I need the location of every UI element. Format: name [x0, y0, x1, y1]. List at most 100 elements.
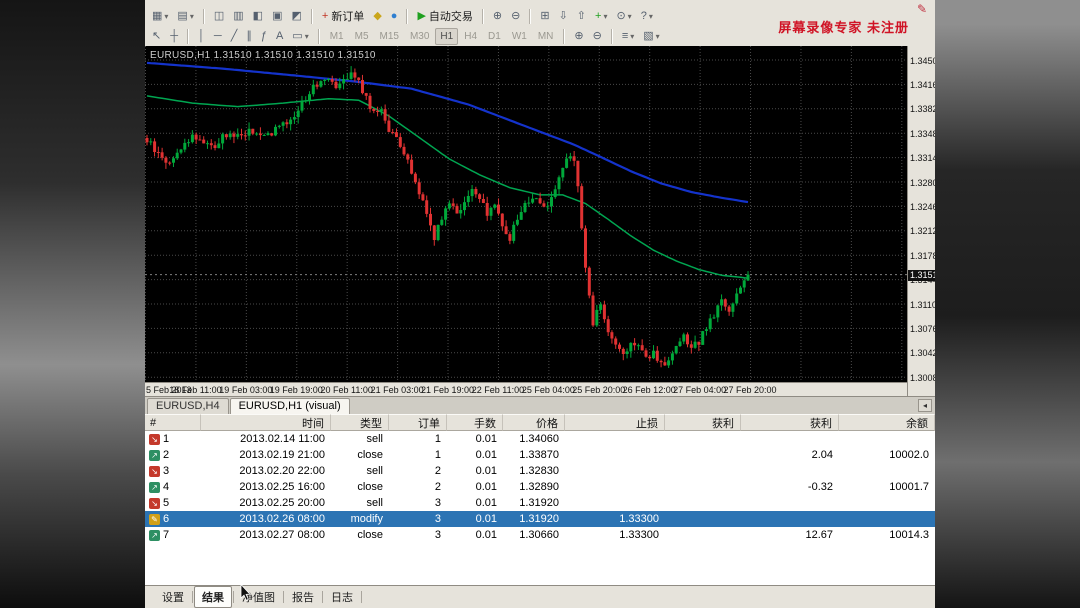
column-header-balance: 余额: [839, 414, 935, 431]
zoom-out-icon: ⊖: [511, 9, 521, 22]
table-row[interactable]: ↘ 5 2013.02.25 20:00 sell 3 0.01 1.31920: [145, 495, 935, 511]
navigator-button[interactable]: ◧: [249, 7, 267, 26]
time-axis-label: 25 Feb 20:00: [572, 385, 626, 395]
row-id-cell: ↘ 5: [145, 495, 201, 511]
table-row[interactable]: ↘ 1 2013.02.14 11:00 sell 1 0.01 1.34060: [145, 431, 935, 447]
timeframe-h1-button[interactable]: H1: [435, 28, 459, 45]
new-order-button[interactable]: + 新订单: [318, 7, 368, 26]
terminal-panel-button[interactable]: ▣: [268, 7, 286, 26]
chart-tab-eurusd-h4[interactable]: EURUSD,H4: [147, 398, 229, 414]
time-axis-label: 26 Feb 12:00: [622, 385, 676, 395]
main-toolbar-separator: [481, 8, 484, 24]
column-header-take-profit: 获利: [665, 414, 741, 431]
zoom-out-2-button[interactable]: ⊖: [589, 27, 606, 46]
cell-lots: 0.01: [475, 465, 497, 477]
templates-button[interactable]: ▧ ▾: [639, 27, 663, 46]
chart-plot-area[interactable]: EURUSD,H1 1.31510 1.31510 1.31510 1.3151…: [145, 46, 907, 382]
cell-price: 1.31920: [519, 513, 559, 525]
cell-lots: 0.01: [475, 497, 497, 509]
channel-tool-button[interactable]: ∥: [242, 27, 256, 46]
cell-lots: 0.01: [475, 433, 497, 445]
sort-ascending-button[interactable]: ⇧: [573, 7, 590, 26]
tile-windows-button[interactable]: ⊞: [536, 7, 553, 26]
horizontal-line-tool-button[interactable]: ─: [210, 27, 226, 46]
new-order-icon: +: [321, 9, 329, 22]
text-tool-button[interactable]: A: [272, 27, 287, 46]
profiles-button[interactable]: ▤ ▾: [173, 7, 197, 26]
new-chart-icon: ▦: [152, 9, 163, 22]
table-row[interactable]: ↗ 7 2013.02.27 08:00 close 3 0.01 1.30660 1.333…: [145, 527, 935, 543]
navigator-icon: ◧: [252, 9, 264, 22]
timeframe-w1-button[interactable]: W1: [507, 28, 532, 45]
price-axis-label: 1.3008: [910, 372, 935, 383]
help-button[interactable]: ? ▾: [637, 7, 657, 26]
cell-stop-loss: 1.33300: [619, 529, 659, 541]
profiles-dropdown-icon: ▾: [189, 11, 194, 21]
sell-icon: ↘: [149, 433, 160, 445]
timeframe-m30-button[interactable]: M30: [405, 28, 434, 45]
cell-take-profit: [665, 511, 741, 527]
table-row[interactable]: ↗ 2 2013.02.19 21:00 close 1 0.01 1.33870 2.04 1…: [145, 447, 935, 463]
chat-button[interactable]: ●: [387, 7, 402, 26]
cursor-tool-button[interactable]: ↖: [148, 27, 165, 46]
strategy-tester-button[interactable]: ◩: [287, 7, 305, 26]
time-axis-label: 19 Feb 03:00: [219, 385, 273, 395]
cell-type: close: [357, 449, 383, 461]
row-number: 1: [163, 433, 170, 445]
cell-profit: [741, 431, 839, 447]
row-id-cell: ✎ 6: [145, 511, 201, 527]
new-chart-button[interactable]: ▦ ▾: [148, 7, 172, 26]
cell-take-profit: [665, 447, 741, 463]
chart-tab-eurusd-h1-visual[interactable]: EURUSD,H1 (visual): [229, 398, 350, 414]
market-watch-button[interactable]: ◫: [210, 7, 228, 26]
zoom-in-button[interactable]: ⊕: [489, 7, 506, 26]
cell-balance: 10002.0: [889, 449, 929, 461]
autotrading-button[interactable]: ▶ 自动交易: [413, 7, 476, 26]
fibonacci-tool-button[interactable]: ƒ: [257, 27, 271, 46]
timeframe-mn-button[interactable]: MN: [533, 28, 559, 45]
cell-lots: 0.01: [475, 481, 497, 493]
profiles-icon: ▤: [177, 9, 188, 22]
crosshair-tool-icon: ┼: [170, 30, 179, 42]
bottom-tab-results[interactable]: 结果: [194, 586, 232, 608]
trendline-tool-button[interactable]: ╱: [227, 27, 242, 46]
table-row[interactable]: ✎ 6 2013.02.26 08:00 modify 3 0.01 1.31920 1.33…: [145, 511, 935, 527]
cell-balance: 10014.3: [889, 529, 929, 541]
time-axis: 5 Feb 2013 18 Feb 11:00 19 Feb 03:00 19 Feb…: [145, 382, 907, 396]
timeframe-m15-button[interactable]: M15: [375, 28, 404, 45]
indicators-list-button[interactable]: ≡ ▾: [618, 27, 638, 46]
shapes-tool-button[interactable]: ▭ ▾: [288, 27, 312, 46]
metaeditor-button[interactable]: ◆: [369, 7, 385, 26]
bottom-tab-report[interactable]: 报告: [285, 587, 321, 607]
cell-price: 1.31920: [519, 497, 559, 509]
table-row[interactable]: ↗ 4 2013.02.25 16:00 close 2 0.01 1.32890 -0.32…: [145, 479, 935, 495]
crosshair-tool-button[interactable]: ┼: [166, 27, 182, 46]
sort-descending-button[interactable]: ⇩: [555, 7, 572, 26]
tester-results-panel: # 时间 类型 订单 手数 价格 止损 获利 获利 余额 ↘ 1 2013.02.14 11:00 se…: [145, 414, 935, 585]
table-header: # 时间 类型 订单 手数 价格 止损 获利 获利 余额: [145, 414, 935, 431]
add-indicator-button[interactable]: + ▾: [591, 7, 611, 26]
timeframe-d1-button[interactable]: D1: [483, 28, 506, 45]
main-toolbar-separator: [406, 8, 409, 24]
timeframe-m5-button[interactable]: M5: [350, 28, 374, 45]
zoom-in-2-button[interactable]: ⊕: [570, 27, 587, 46]
column-header-stop-loss: 止损: [565, 414, 665, 431]
cell-price: 1.32830: [519, 465, 559, 477]
bottom-tab-journal[interactable]: 日志: [324, 587, 360, 607]
zoom-out-button[interactable]: ⊖: [507, 7, 524, 26]
cell-take-profit: [665, 463, 741, 479]
period-clock-button[interactable]: ⊙ ▾: [612, 7, 635, 26]
cell-type: close: [357, 481, 383, 493]
horizontal-line-tool-icon: ─: [213, 30, 222, 42]
row-number: 5: [163, 497, 170, 509]
table-row[interactable]: ↘ 3 2013.02.20 22:00 sell 2 0.01 1.32830: [145, 463, 935, 479]
bottom-tab-settings[interactable]: 设置: [155, 587, 191, 607]
data-window-button[interactable]: ▥: [229, 7, 247, 26]
strategy-tester-icon: ◩: [291, 9, 302, 22]
chart-tabs-scroll-left-button[interactable]: ◂: [918, 399, 932, 412]
timeframe-h4-button[interactable]: H4: [459, 28, 482, 45]
timeframe-m1-button[interactable]: M1: [325, 28, 349, 45]
column-header-price: 价格: [503, 414, 565, 431]
vertical-line-tool-button[interactable]: │: [194, 27, 209, 46]
indicators-list-dropdown-icon: ▾: [630, 32, 635, 41]
